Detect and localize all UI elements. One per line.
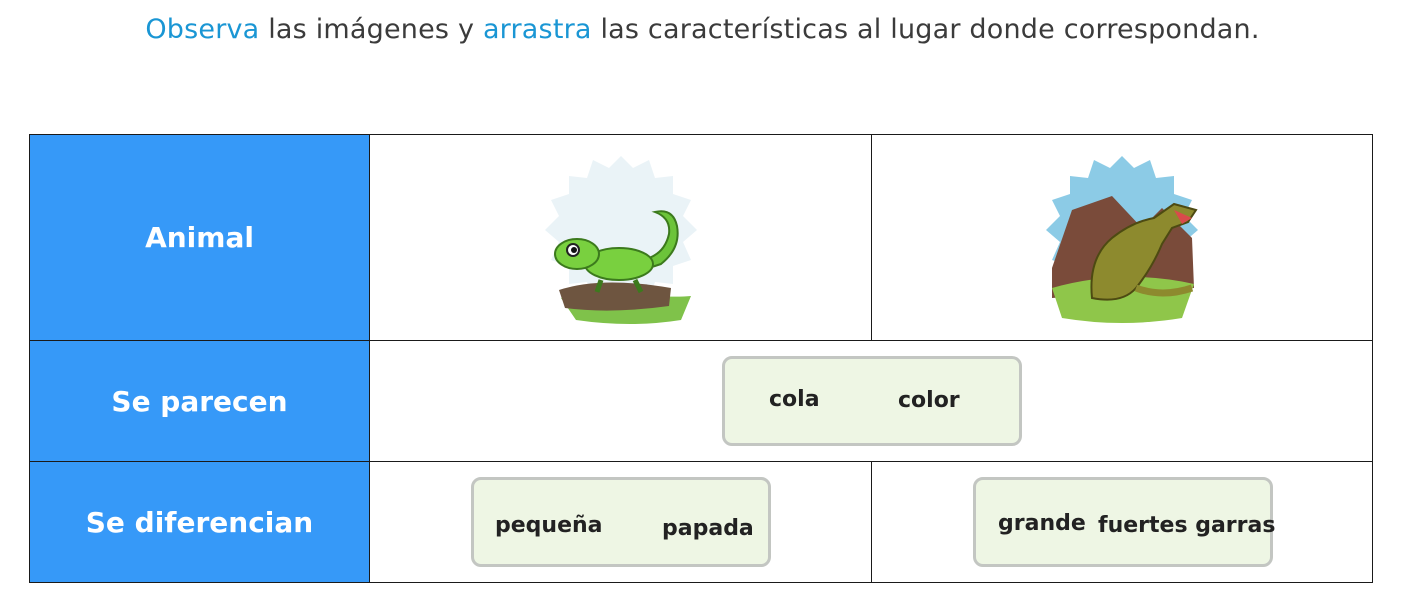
chip-pequena[interactable]: pequeña <box>495 513 603 538</box>
chip-papada[interactable]: papada <box>662 516 754 541</box>
chip-color[interactable]: color <box>898 388 960 413</box>
chip-fuertes-garras[interactable]: fuertes garras <box>1098 513 1275 538</box>
row-label-similar: Se parecen <box>29 340 370 462</box>
row-label-animal: Animal <box>29 134 370 341</box>
comparison-table: Animal Se parecen cola color Se diferenc… <box>29 134 1373 583</box>
row-similar: Se parecen cola color <box>29 340 1373 462</box>
dinosaur-diff-cell: grande fuertes garras <box>871 461 1373 583</box>
similar-cell: cola color <box>369 340 1373 462</box>
chip-cola[interactable]: cola <box>769 387 820 412</box>
iguana-drop-zone[interactable]: pequeña papada <box>471 477 771 567</box>
iguana-cell <box>369 134 872 341</box>
iguana-diff-cell: pequeña papada <box>369 461 872 583</box>
instruction-arrastra: arrastra <box>482 14 592 45</box>
dinosaur-image <box>1046 155 1198 323</box>
instruction-part-4: las características al lugar donde corre… <box>591 14 1260 45</box>
instruction-text: Observa las imágenes y arrastra las cara… <box>0 14 1405 45</box>
row-animal: Animal <box>29 134 1373 341</box>
chip-grande[interactable]: grande <box>998 511 1086 536</box>
iguana-image <box>544 155 697 324</box>
dinosaur-cell <box>871 134 1373 341</box>
row-label-different: Se diferencian <box>29 461 370 583</box>
similar-drop-zone[interactable]: cola color <box>722 356 1022 446</box>
row-different: Se diferencian pequeña papada grande fue… <box>29 461 1373 583</box>
instruction-part-2: las imágenes y <box>259 14 483 45</box>
instruction-observa: Observa <box>145 14 260 45</box>
dinosaur-drop-zone[interactable]: grande fuertes garras <box>973 477 1275 567</box>
